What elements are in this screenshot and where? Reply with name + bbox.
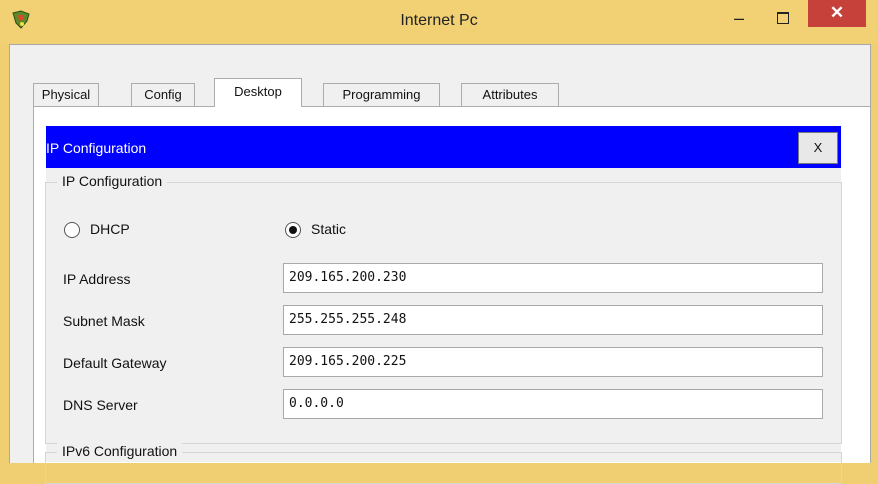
window-titlebar: Internet Pc – ✕: [0, 0, 878, 44]
static-radio[interactable]: [285, 222, 301, 238]
ip-address-label: IP Address: [63, 271, 131, 287]
dns-server-label: DNS Server: [63, 397, 138, 413]
ipv4-group-legend: IP Configuration: [57, 173, 168, 189]
dns-server-input[interactable]: 0.0.0.0: [283, 389, 823, 419]
maximize-icon: [777, 12, 789, 24]
ipv6-group-legend: IPv6 Configuration: [57, 443, 183, 459]
tab-programming[interactable]: Programming: [323, 83, 440, 107]
tab-config[interactable]: Config: [131, 83, 195, 107]
dhcp-label[interactable]: DHCP: [90, 221, 130, 237]
ip-config-close-button[interactable]: X: [798, 132, 838, 164]
default-gateway-input[interactable]: 209.165.200.225: [283, 347, 823, 377]
subnet-mask-label: Subnet Mask: [63, 313, 145, 329]
close-window-button[interactable]: ✕: [808, 0, 866, 27]
tab-attributes[interactable]: Attributes: [461, 83, 559, 107]
default-gateway-label: Default Gateway: [63, 355, 167, 371]
tab-desktop[interactable]: Desktop: [214, 78, 302, 107]
subnet-mask-input[interactable]: 255.255.255.248: [283, 305, 823, 335]
dhcp-radio[interactable]: [64, 222, 80, 238]
ip-address-input[interactable]: 209.165.200.230: [283, 263, 823, 293]
minimize-button[interactable]: –: [724, 8, 754, 30]
ip-config-header: [46, 126, 841, 168]
static-label[interactable]: Static: [311, 221, 346, 237]
maximize-button[interactable]: [768, 8, 798, 30]
tab-physical[interactable]: Physical: [33, 83, 99, 107]
ip-config-title: IP Configuration: [46, 140, 147, 156]
